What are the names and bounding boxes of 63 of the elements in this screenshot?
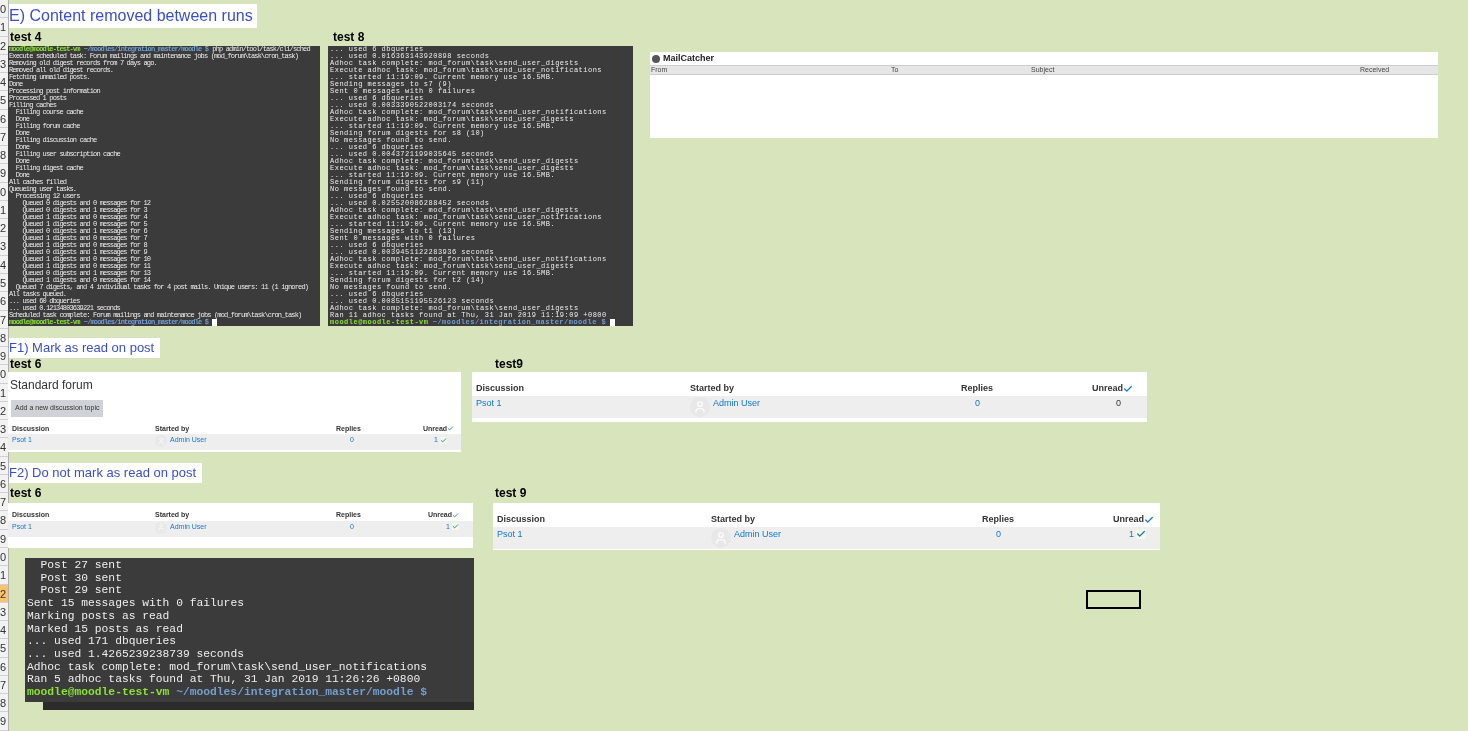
section-heading: F2) Do not mark as read on post — [9, 463, 203, 483]
replies-link[interactable]: 0 — [996, 527, 1001, 541]
row-header[interactable]: 1 — [0, 18, 8, 37]
author-link[interactable]: Admin User — [734, 527, 781, 541]
check-icon — [1144, 514, 1154, 525]
row-header[interactable]: 8 — [0, 694, 8, 713]
unread-count: 0 — [1116, 396, 1121, 410]
logo-icon — [652, 55, 660, 63]
terminal-line: ... used 171 dbqueries — [27, 635, 177, 648]
row-header[interactable]: 5 — [0, 456, 8, 475]
check-icon — [452, 511, 459, 519]
row-header[interactable]: 6 — [0, 657, 8, 676]
column-header: Started by — [711, 514, 755, 524]
test-caption: test 9 — [495, 487, 527, 500]
row-header[interactable]: 6 — [0, 474, 8, 494]
row-header[interactable]: 4 — [0, 621, 8, 640]
mark-read-icon[interactable] — [1136, 529, 1146, 540]
row-header[interactable]: 7 — [0, 675, 8, 695]
row-header[interactable]: 8 — [0, 328, 8, 348]
test-caption: test 6 — [10, 487, 42, 500]
test-caption: test 8 — [333, 31, 365, 44]
check-icon — [447, 425, 455, 433]
column-header: Unread — [1113, 513, 1144, 526]
row-header[interactable]: 3 — [0, 602, 8, 622]
row-header[interactable]: 9 — [0, 347, 8, 366]
terminal-line: Marked 15 posts as read — [27, 622, 183, 636]
column-header: Discussion — [497, 514, 545, 524]
app-title: MailCatcher — [663, 52, 715, 66]
section-heading: F1) Mark as read on post — [9, 338, 161, 358]
replies-link[interactable]: 0 — [975, 396, 980, 410]
row-header[interactable]: 9 — [0, 712, 8, 731]
terminal-line: Adhoc task complete: mod_forum\task\send_user_notifications — [27, 660, 427, 674]
unread-count[interactable]: 1 — [1129, 527, 1134, 541]
column-header: Replies — [982, 514, 1014, 524]
forum-title: Standard forum — [10, 377, 93, 394]
column-header: Started by — [690, 383, 734, 393]
prompt-path: ~/moodles/integration_master/moodle $ — [176, 686, 427, 699]
terminal-line: Post 29 sent — [39, 584, 122, 598]
discussion-link[interactable]: Psot 1 — [476, 396, 502, 410]
terminal-line: Sent 15 messages with 0 failures — [27, 597, 244, 610]
discussion-link[interactable]: Psot 1 — [497, 527, 523, 541]
author-link[interactable]: Admin User — [713, 396, 760, 410]
terminal-line: Marking posts as read — [27, 609, 170, 623]
row-header[interactable]: 1 — [0, 566, 8, 585]
test-caption: test 4 — [10, 31, 42, 44]
row-header[interactable]: 5 — [0, 639, 8, 658]
test-caption: test9 — [495, 358, 523, 371]
terminal-line: Ran 5 adhoc tasks found at Thu, 31 Jan 2019 11:26:26 +0800 — [27, 673, 421, 687]
mark-read-icon[interactable] — [452, 523, 459, 531]
column-header: Unread — [1092, 382, 1123, 395]
test-caption: test 6 — [10, 358, 42, 371]
terminal-line: ... used 1.4265239238739 seconds — [27, 647, 244, 661]
cell-cursor[interactable] — [1086, 590, 1141, 609]
row-header[interactable]: 0 — [0, 0, 8, 19]
section-heading: E) Content removed between runs — [9, 4, 257, 28]
check-icon — [1123, 383, 1133, 394]
mark-read-icon[interactable] — [440, 436, 447, 444]
column-header: Discussion — [476, 383, 524, 393]
prompt-user: moodle@moodle-test-vm — [27, 686, 170, 699]
terminal-line: Post 27 sent — [39, 559, 122, 572]
terminal-line: Post 30 sent — [39, 571, 122, 585]
row-header[interactable]: 2 — [0, 584, 8, 603]
column-header: Replies — [961, 383, 993, 393]
